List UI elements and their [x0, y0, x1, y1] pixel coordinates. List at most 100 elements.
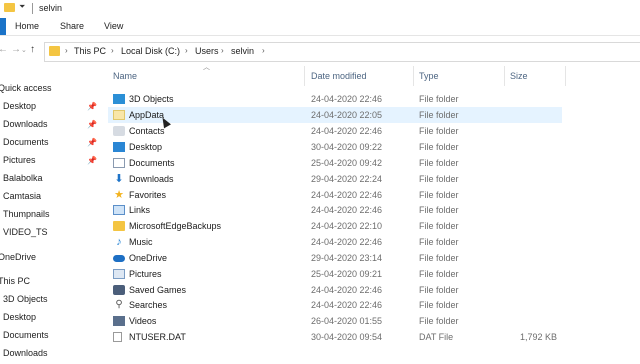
file-name: Music — [129, 237, 153, 247]
sidebar-item-label: Documents — [3, 330, 49, 340]
column-header-name[interactable]: Name — [108, 64, 304, 88]
music-icon: ♪ — [116, 236, 122, 248]
sidebar-item-desktop-pc[interactable]: Desktop — [3, 312, 36, 328]
sidebar-item-camtasia[interactable]: Camtasia — [3, 191, 41, 207]
chevron-right-icon[interactable]: › — [65, 46, 68, 55]
file-date: 30-04-2020 09:22 — [311, 142, 383, 152]
pin-icon[interactable]: 📌 — [87, 138, 97, 147]
sidebar-item-label: Pictures — [3, 155, 36, 165]
breadcrumb-this-pc[interactable]: This PC — [74, 46, 106, 56]
file-row-videos[interactable]: Videos 26-04-2020 01:55 File folder — [108, 313, 562, 329]
file-row-music[interactable]: ♪ Music 24-04-2020 22:46 File folder — [108, 234, 562, 250]
desktop-icon — [113, 142, 125, 152]
quick-access-toolbar-dropdown-icon[interactable]: ⏷ — [19, 2, 25, 12]
pin-icon[interactable]: 📌 — [87, 102, 97, 111]
file-tab[interactable] — [0, 18, 6, 35]
file-name: Contacts — [129, 126, 165, 136]
sidebar-item-downloads-pc[interactable]: Downloads — [3, 348, 48, 364]
sidebar-item-downloads[interactable]: Downloads — [3, 119, 48, 135]
file-name: 3D Objects — [129, 94, 174, 104]
chevron-right-icon[interactable]: › — [221, 46, 224, 55]
sidebar-item-label: Downloads — [3, 348, 48, 358]
file-date: 24-04-2020 22:46 — [311, 300, 383, 310]
breadcrumb-users[interactable]: Users — [195, 46, 219, 56]
column-header-date[interactable]: Date modified — [305, 64, 413, 88]
address-breadcrumb[interactable]: › This PC › Local Disk (C:) › Users › se… — [44, 42, 640, 62]
chevron-right-icon[interactable]: › — [262, 46, 265, 55]
sidebar-item-desktop[interactable]: Desktop — [3, 101, 36, 117]
file-row-favorites[interactable]: ★ Favorites 24-04-2020 22:46 File folder — [108, 187, 562, 203]
sidebar-item-label: Thumpnails — [3, 209, 50, 219]
file-name: Videos — [129, 316, 157, 326]
tab-view[interactable]: View — [104, 21, 123, 31]
file-date: 25-04-2020 09:42 — [311, 158, 383, 168]
file-name: Saved Games — [129, 285, 187, 295]
sidebar-item-label: Quick access — [0, 83, 52, 93]
file-type: File folder — [419, 285, 459, 295]
sidebar-item-documents-pc[interactable]: Documents — [3, 330, 49, 346]
file-date: 24-04-2020 22:46 — [311, 237, 383, 247]
file-row-pictures[interactable]: Pictures 25-04-2020 09:21 File folder — [108, 266, 562, 282]
file-name: OneDrive — [129, 253, 168, 263]
column-divider[interactable] — [565, 66, 566, 86]
chevron-right-icon[interactable]: › — [185, 46, 188, 55]
sidebar-item-quick-access[interactable]: Quick access — [0, 83, 52, 99]
column-header-type[interactable]: Type — [414, 64, 504, 88]
breadcrumb-selvin[interactable]: selvin — [231, 46, 254, 56]
sidebar-item-this-pc[interactable]: This PC — [0, 276, 30, 292]
up-arrow-icon[interactable]: ↑ — [30, 44, 35, 55]
file-row-saved-games[interactable]: Saved Games 24-04-2020 22:46 File folder — [108, 282, 562, 298]
file-date: 24-04-2020 22:05 — [311, 110, 383, 120]
forward-arrow-icon[interactable]: → — [11, 44, 21, 55]
file-name: NTUSER.DAT — [129, 332, 186, 342]
file-date: 29-04-2020 23:14 — [311, 253, 383, 263]
file-type: File folder — [419, 237, 459, 247]
pictures-icon — [113, 269, 125, 279]
sidebar-item-3d-objects[interactable]: 3D Objects — [3, 294, 48, 310]
sidebar-item-balabolka[interactable]: Balabolka — [3, 173, 43, 189]
file-name: Pictures — [129, 269, 162, 279]
pin-icon[interactable]: 📌 — [87, 120, 97, 129]
file-type: File folder — [419, 316, 459, 326]
title-bar: ⏷ selvin — [0, 0, 640, 18]
contacts-icon — [113, 126, 125, 136]
file-row-desktop[interactable]: Desktop 30-04-2020 09:22 File folder — [108, 139, 562, 155]
breadcrumb-local-disk[interactable]: Local Disk (C:) — [121, 46, 180, 56]
sidebar-item-label: Camtasia — [3, 191, 42, 201]
file-row-links[interactable]: Links 24-04-2020 22:46 File folder — [108, 202, 562, 218]
sidebar-item-documents[interactable]: Documents — [3, 137, 49, 153]
documents-icon — [113, 158, 125, 168]
file-type: File folder — [419, 221, 459, 231]
file-row-3d-objects[interactable]: 3D Objects 24-04-2020 22:46 File folder — [108, 91, 562, 107]
file-row-onedrive[interactable]: OneDrive 29-04-2020 23:14 File folder — [108, 250, 562, 266]
file-type: File folder — [419, 190, 459, 200]
chevron-right-icon[interactable]: › — [111, 46, 114, 55]
pin-icon[interactable]: 📌 — [87, 156, 97, 165]
file-name: Desktop — [129, 142, 163, 152]
file-row-ntuser-dat[interactable]: NTUSER.DAT 30-04-2020 09:54 DAT File 1,7… — [108, 329, 562, 345]
sidebar-item-label: VIDEO_TS — [3, 227, 48, 237]
file-row-searches[interactable]: ⚲ Searches 24-04-2020 22:46 File folder — [108, 297, 562, 313]
file-row-contacts[interactable]: Contacts 24-04-2020 22:46 File folder — [108, 123, 562, 139]
sidebar-item-video-ts[interactable]: VIDEO_TS — [3, 227, 48, 243]
sidebar-item-label: OneDrive — [0, 252, 37, 262]
file-row-documents[interactable]: Documents 25-04-2020 09:42 File folder — [108, 155, 562, 171]
file-name: MicrosoftEdgeBackups — [129, 221, 222, 231]
sidebar-item-onedrive[interactable]: OneDrive — [0, 252, 36, 268]
tab-home[interactable]: Home — [15, 21, 39, 31]
file-size: 1,792 KB — [520, 332, 558, 342]
recent-locations-chevron-icon[interactable]: ⌄ — [21, 46, 27, 54]
column-header-size[interactable]: Size — [505, 64, 565, 88]
back-arrow-icon[interactable]: ← — [0, 44, 8, 55]
search-icon: ⚲ — [115, 299, 123, 310]
file-row-appdata[interactable]: AppData 24-04-2020 22:05 File folder — [108, 107, 562, 123]
folder-icon — [113, 110, 125, 120]
address-bar: ← → ⌄ ↑ › This PC › Local Disk (C:) › Us… — [0, 36, 640, 64]
file-row-downloads[interactable]: ⬇ Downloads 29-04-2020 22:24 File folder — [108, 171, 562, 187]
sidebar-item-pictures[interactable]: Pictures — [3, 155, 36, 171]
sidebar-item-thumpnails[interactable]: Thumpnails — [3, 209, 50, 225]
file-type: File folder — [419, 126, 459, 136]
file-row-microsoftedgebackups[interactable]: MicrosoftEdgeBackups 24-04-2020 22:10 Fi… — [108, 218, 562, 234]
file-date: 24-04-2020 22:46 — [311, 190, 383, 200]
tab-share[interactable]: Share — [60, 21, 84, 31]
